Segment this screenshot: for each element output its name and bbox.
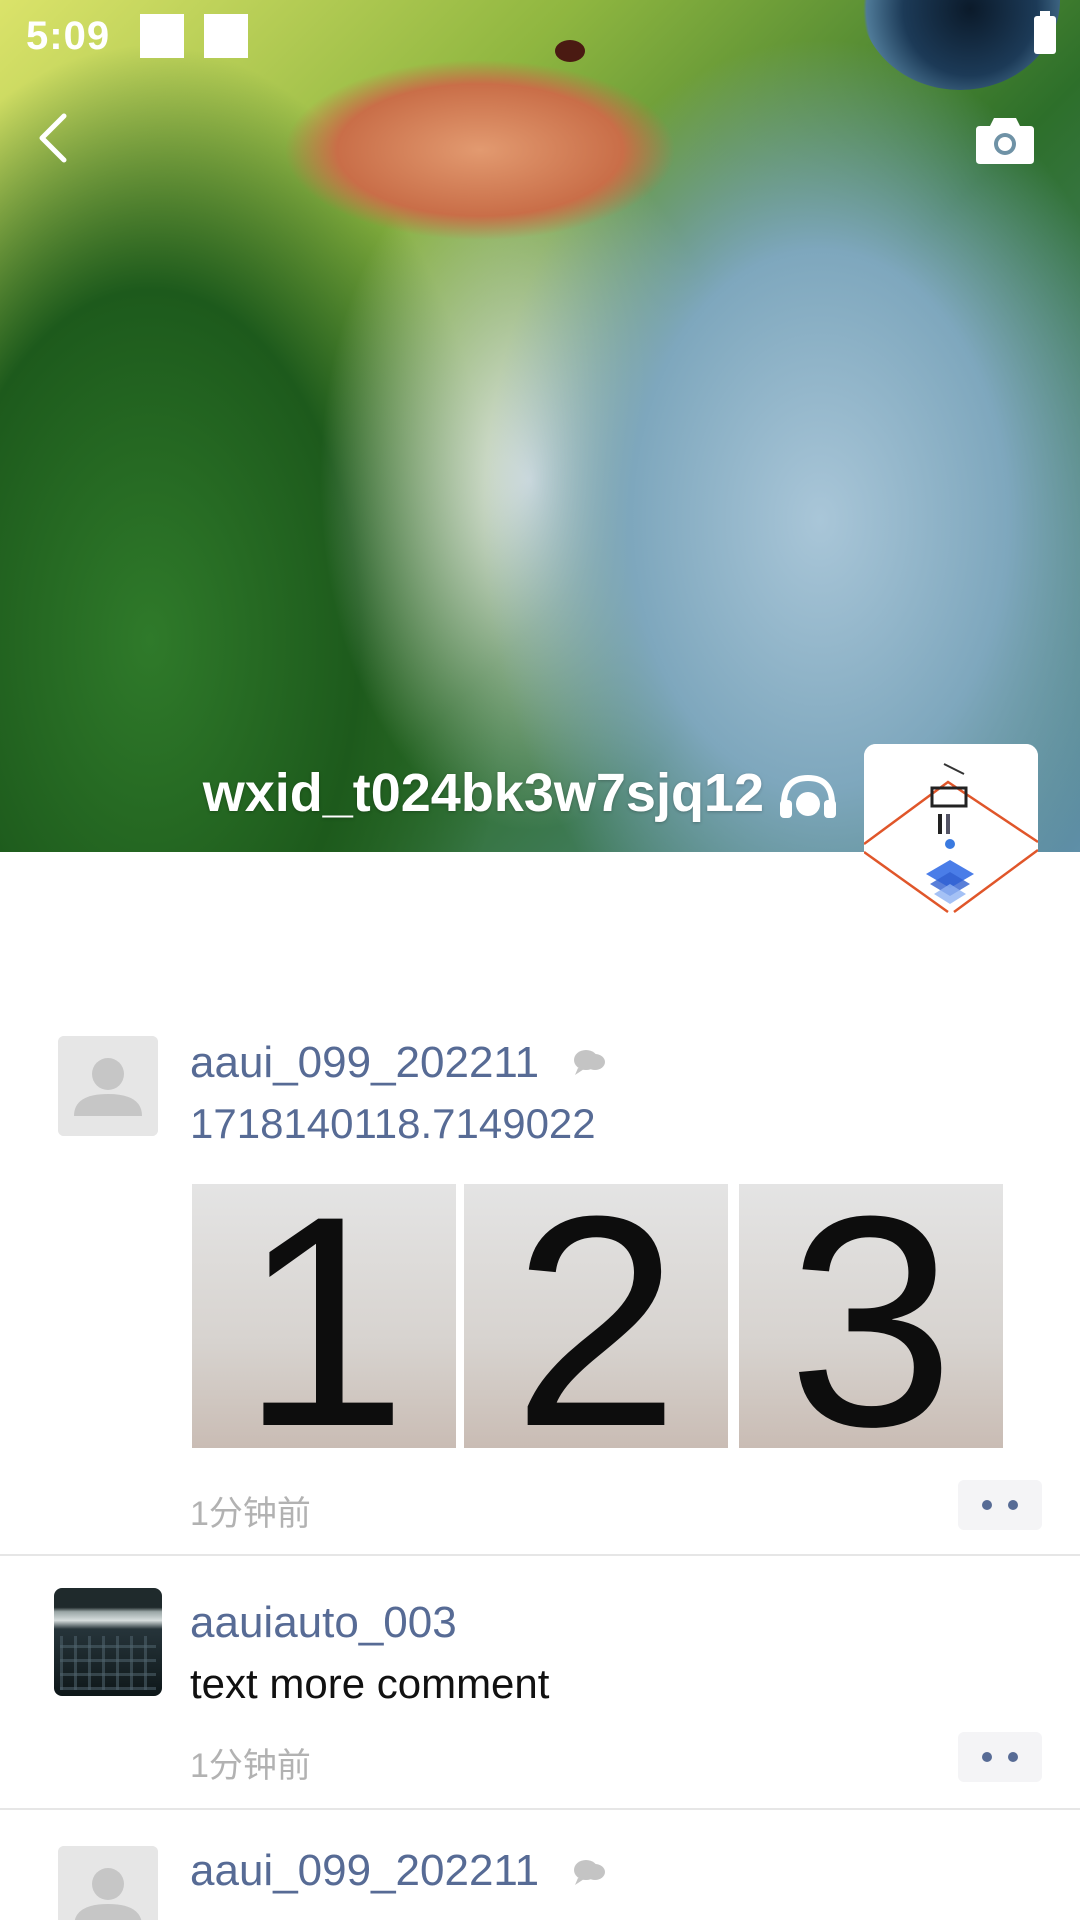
post-username[interactable]: aaui_099_202211: [190, 1038, 539, 1088]
default-avatar-icon: [58, 1846, 158, 1920]
post-username[interactable]: aauiauto_003: [190, 1598, 457, 1648]
battery-icon: [1034, 11, 1056, 54]
feed-post: aauiauto_003 text more comment 1分钟前: [0, 1556, 1080, 1810]
cloud-icon: [568, 1856, 608, 1886]
more-button[interactable]: [958, 1480, 1042, 1530]
post-text: text more comment: [190, 1660, 550, 1707]
cover-image[interactable]: [0, 0, 1080, 852]
post-timestamp: 1分钟前: [190, 1747, 311, 1785]
more-icon: [982, 1752, 992, 1762]
status-time: 5:09: [26, 14, 111, 58]
more-icon: [982, 1500, 992, 1510]
post-timestamp: 1分钟前: [190, 1495, 311, 1533]
camera-icon: [976, 118, 1034, 164]
avatar[interactable]: [58, 1846, 158, 1920]
notification-icon: [204, 14, 248, 58]
profile-avatar[interactable]: [864, 744, 1038, 918]
post-username[interactable]: aaui_099_202211: [190, 1846, 539, 1896]
moments-feed: aaui_099_202211 1718140118.7149022 1 2 3…: [0, 1000, 1080, 1920]
more-icon: [1008, 1500, 1018, 1510]
photo-digit: 2: [512, 1184, 680, 1448]
notification-icon: [140, 14, 184, 58]
default-avatar-icon: [58, 1036, 158, 1136]
post-photo[interactable]: 2: [464, 1184, 728, 1448]
cloud-icon: [568, 1046, 608, 1076]
feed-post: aaui_099_202211: [0, 1810, 1080, 1920]
keyboard-photo: [60, 1636, 156, 1690]
status-bar: 5:09: [0, 0, 1080, 76]
photo-digit: 3: [787, 1184, 955, 1448]
post-text: 1718140118.7149022: [190, 1100, 596, 1147]
avatar-logo-image: [864, 744, 1038, 918]
feed-post: aaui_099_202211 1718140118.7149022 1 2 3…: [0, 1000, 1080, 1556]
photo-digit: 1: [240, 1184, 408, 1448]
profile-name[interactable]: wxid_t024bk3w7sjq12: [203, 762, 764, 824]
avatar[interactable]: [54, 1588, 162, 1696]
post-photo[interactable]: 3: [739, 1184, 1003, 1448]
post-photo[interactable]: 1: [192, 1184, 456, 1448]
back-icon: [39, 113, 67, 163]
headset-icon: [776, 770, 840, 826]
avatar[interactable]: [58, 1036, 158, 1136]
back-button[interactable]: [30, 108, 80, 168]
camera-button[interactable]: [974, 112, 1036, 166]
more-button[interactable]: [958, 1732, 1042, 1782]
more-icon: [1008, 1752, 1018, 1762]
